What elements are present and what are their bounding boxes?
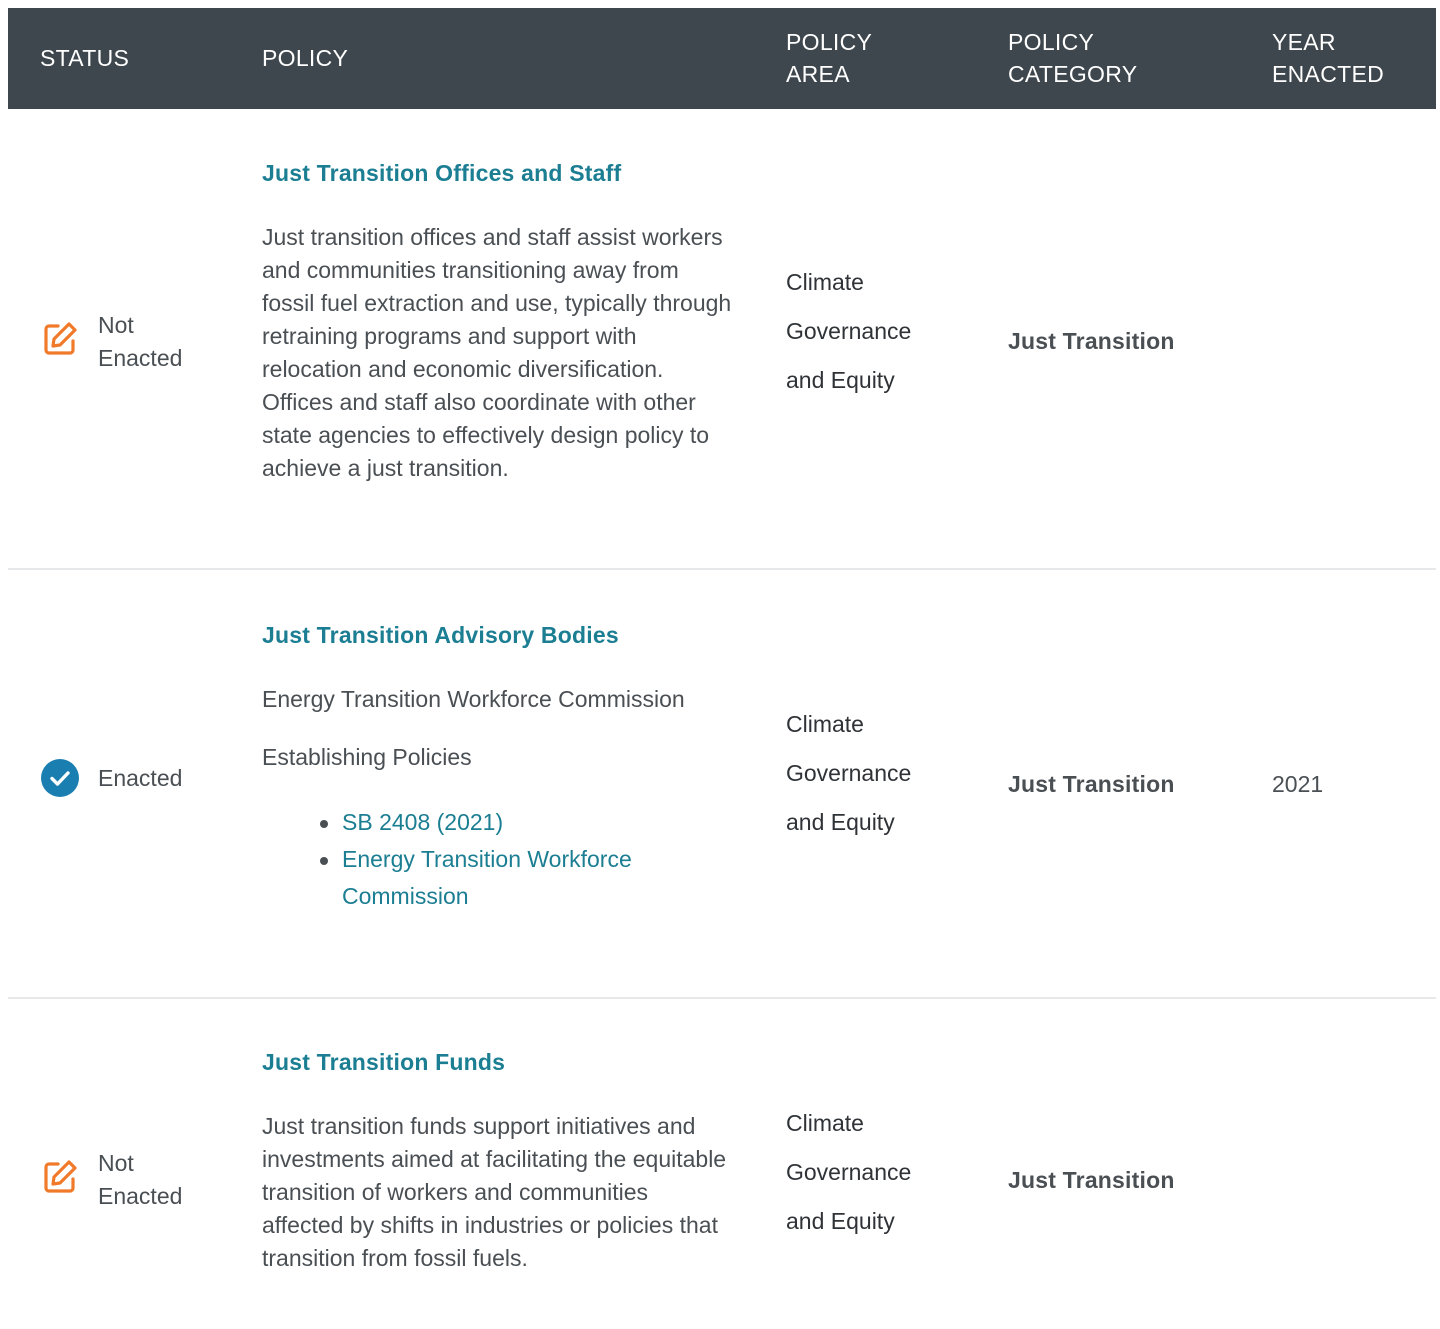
- table-header: STATUS POLICY POLICY AREA POLICY CATEGOR…: [8, 8, 1436, 109]
- edit-icon: [44, 322, 77, 355]
- header-year-enacted[interactable]: YEAR ENACTED: [1272, 26, 1384, 90]
- header-policy-area-line2: AREA: [786, 61, 850, 87]
- header-policy-category-line1: POLICY: [1008, 29, 1095, 55]
- policy-area-line3: and Equity: [786, 1208, 895, 1234]
- policy-cell: Just Transition Funds Just transition fu…: [262, 1047, 732, 1275]
- establishing-policy-link[interactable]: SB 2408 (2021): [320, 804, 732, 841]
- establishing-policy-link[interactable]: Energy Transition Workforce Commission: [320, 841, 732, 915]
- policy-category-cell: Just Transition: [1008, 328, 1175, 354]
- policy-description: Just transition offices and staff assist…: [262, 224, 732, 481]
- policy-cell: Just Transition Advisory Bodies Energy T…: [262, 620, 732, 915]
- policy-area-line3: and Equity: [786, 367, 895, 393]
- status-line1: Not: [98, 312, 134, 338]
- table-row: Not Enacted Just Transition Offices and …: [8, 109, 1436, 570]
- status-line1: Not: [98, 1150, 134, 1176]
- status-line2: Enacted: [98, 1183, 183, 1209]
- table-row: Enacted Just Transition Advisory Bodies …: [8, 570, 1436, 999]
- policy-area-line1: Climate: [786, 711, 864, 737]
- policy-area-cell: Climate Governance and Equity: [786, 258, 976, 405]
- header-year-enacted-line1: YEAR: [1272, 29, 1336, 55]
- policy-area-line2: Governance: [786, 760, 912, 786]
- policy-title-link[interactable]: Just Transition Advisory Bodies: [262, 620, 732, 650]
- policy-sub-name: Energy Transition Workforce Commission: [262, 686, 685, 712]
- policy-title-link[interactable]: Just Transition Offices and Staff: [262, 158, 732, 188]
- header-policy[interactable]: POLICY: [262, 42, 348, 74]
- establishing-policies-label: Establishing Policies: [262, 744, 472, 770]
- policy-area-line1: Climate: [786, 269, 864, 295]
- policy-area-line3: and Equity: [786, 809, 895, 835]
- policy-table: STATUS POLICY POLICY AREA POLICY CATEGOR…: [8, 8, 1436, 1329]
- status-cell: Not Enacted: [40, 309, 182, 375]
- policy-cell: Just Transition Offices and Staff Just t…: [262, 158, 732, 485]
- status-text: Not Enacted: [98, 1147, 182, 1213]
- status-text: Not Enacted: [98, 309, 182, 375]
- header-status[interactable]: STATUS: [40, 42, 129, 74]
- year-enacted-cell: 2021: [1272, 771, 1324, 797]
- policy-description: Just transition funds support initiative…: [262, 1113, 727, 1271]
- status-cell: Not Enacted: [40, 1147, 182, 1213]
- status-line2: Enacted: [98, 345, 183, 371]
- header-policy-area[interactable]: POLICY AREA: [786, 26, 872, 90]
- header-year-enacted-line2: ENACTED: [1272, 61, 1385, 87]
- table-row: Not Enacted Just Transition Funds Just t…: [8, 999, 1436, 1329]
- status-cell: Enacted: [40, 758, 182, 798]
- policy-category-cell: Just Transition: [1008, 1167, 1175, 1193]
- establishing-policies-list: SB 2408 (2021) Energy Transition Workfor…: [262, 804, 732, 915]
- policy-category-cell: Just Transition: [1008, 771, 1175, 797]
- header-policy-category[interactable]: POLICY CATEGORY: [1008, 26, 1137, 90]
- policy-area-line2: Governance: [786, 1159, 912, 1185]
- policy-area-cell: Climate Governance and Equity: [786, 700, 976, 847]
- header-policy-category-line2: CATEGORY: [1008, 61, 1138, 87]
- check-circle-icon: [41, 759, 79, 797]
- header-policy-area-line1: POLICY: [786, 29, 873, 55]
- edit-icon: [44, 1160, 77, 1193]
- policy-area-line1: Climate: [786, 1110, 864, 1136]
- policy-area-cell: Climate Governance and Equity: [786, 1099, 976, 1246]
- policy-area-line2: Governance: [786, 318, 912, 344]
- policy-title-link[interactable]: Just Transition Funds: [262, 1047, 732, 1077]
- status-text: Enacted: [98, 764, 183, 791]
